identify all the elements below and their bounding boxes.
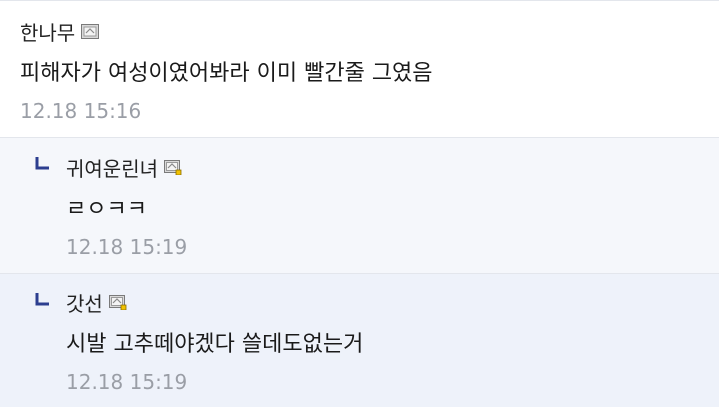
fixed-nick-icon[interactable]	[108, 294, 127, 310]
comment-author[interactable]: 한나무	[20, 20, 75, 46]
reply-arrow-icon	[35, 293, 49, 306]
reply-arrow-icon	[35, 157, 49, 170]
reply-author-row: 갓선	[66, 291, 127, 317]
reply-text: 시발 고추떼야겠다 쓸데도없는거	[66, 332, 364, 357]
reply-timestamp: 12.18 15:19	[66, 235, 188, 259]
gallog-icon[interactable]	[81, 23, 100, 39]
reply-item: 갓선 시발 고추떼야겠다 쓸데도없는거 12.18 15:19	[0, 274, 719, 407]
reply-text: ㄹㅇㅋㅋ	[66, 197, 147, 222]
reply-author-row: 귀여운린녀	[66, 156, 182, 182]
reply-author[interactable]: 귀여운린녀	[66, 156, 158, 182]
comment-text: 피해자가 여성이였어봐라 이미 빨간줄 그였음	[20, 61, 433, 86]
reply-author[interactable]: 갓선	[66, 291, 103, 317]
comment-item: 한나무 피해자가 여성이였어봐라 이미 빨간줄 그였음 12.18 15:16	[0, 1, 719, 138]
reply-item: 귀여운린녀 ㄹㅇㅋㅋ 12.18 15:19	[0, 138, 719, 274]
fixed-nick-icon[interactable]	[164, 159, 182, 175]
reply-timestamp: 12.18 15:19	[66, 370, 188, 394]
comment-author-row: 한나무	[20, 20, 100, 46]
comment-timestamp: 12.18 15:16	[20, 99, 142, 123]
comment-thread: 한나무 피해자가 여성이였어봐라 이미 빨간줄 그였음 12.18 15:16 …	[0, 0, 719, 407]
